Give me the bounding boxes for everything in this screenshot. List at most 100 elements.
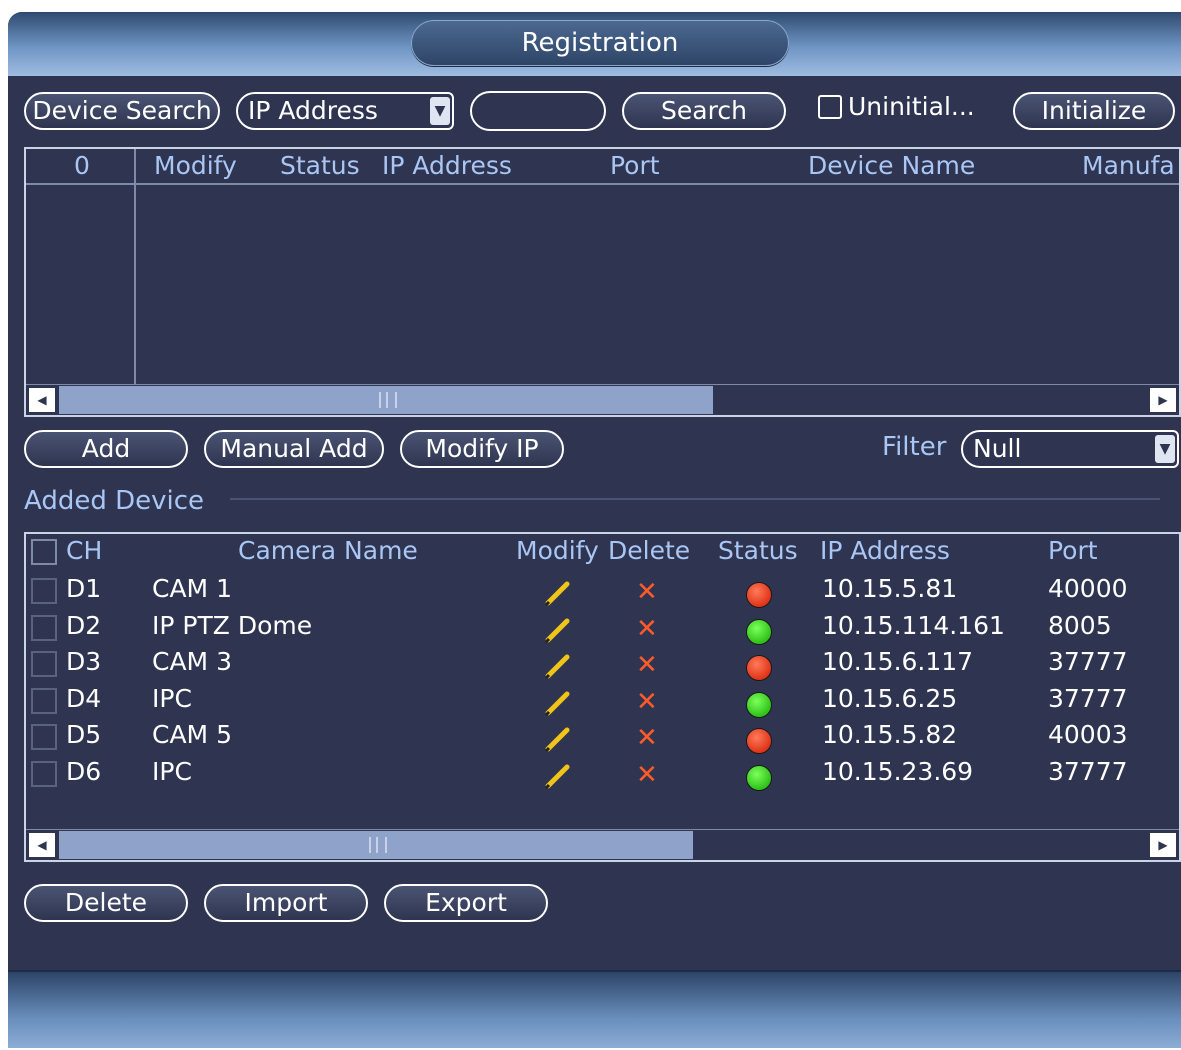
ip-address-cell: 10.15.23.69 bbox=[822, 756, 974, 786]
table-row[interactable]: D3 CAM 3 ✕ 10.15.6.117 37777 bbox=[26, 645, 1179, 681]
manual-add-button[interactable]: Manual Add bbox=[204, 430, 384, 468]
camera-name-cell: CAM 3 bbox=[152, 647, 232, 676]
camera-name-cell: CAM 5 bbox=[152, 720, 232, 749]
col-status: Status bbox=[718, 536, 798, 565]
delete-icon[interactable]: ✕ bbox=[636, 762, 658, 788]
delete-icon[interactable]: ✕ bbox=[636, 579, 658, 605]
add-button[interactable]: Add bbox=[24, 430, 188, 468]
added-device-title: Added Device bbox=[24, 486, 205, 516]
filter-select[interactable]: Null ▼ bbox=[961, 430, 1179, 468]
delete-button[interactable]: Delete bbox=[24, 884, 188, 922]
ip-address-cell: 10.15.5.82 bbox=[822, 720, 958, 749]
column-divider bbox=[134, 149, 136, 385]
added-device-table: CH Camera Name Modify Delete Status IP A… bbox=[24, 532, 1181, 862]
table-row[interactable]: D6 IPC ✕ 10.15.23.69 37777 bbox=[26, 755, 1179, 791]
status-online-icon bbox=[746, 691, 772, 718]
row-checkbox[interactable] bbox=[31, 724, 57, 750]
table-row[interactable]: D1 CAM 1 ✕ 10.15.5.81 40000 bbox=[26, 572, 1179, 608]
ip-address-cell: 10.15.114.161 bbox=[822, 610, 1005, 640]
pencil-icon[interactable] bbox=[542, 688, 572, 718]
chevron-down-icon[interactable]: ▼ bbox=[430, 97, 450, 125]
channel-cell: D1 bbox=[66, 574, 102, 603]
camera-name-cell: IP PTZ Dome bbox=[152, 610, 313, 640]
status-online-icon bbox=[746, 618, 772, 645]
col-ch: CH bbox=[66, 536, 103, 565]
channel-cell: D5 bbox=[66, 720, 102, 749]
search-results-header: 0 Modify Status IP Address Port Device N… bbox=[26, 149, 1179, 185]
pencil-icon[interactable] bbox=[542, 615, 572, 645]
scroll-right-icon[interactable]: ▶ bbox=[1150, 833, 1176, 857]
search-results-table: 0 Modify Status IP Address Port Device N… bbox=[24, 147, 1181, 417]
col-ip-address: IP Address bbox=[382, 151, 512, 180]
ip-filter-selected: IP Address bbox=[248, 96, 378, 125]
grip-icon bbox=[369, 837, 387, 853]
export-button[interactable]: Export bbox=[384, 884, 548, 922]
uninitialized-label: Uninitial... bbox=[848, 92, 975, 121]
row-checkbox[interactable] bbox=[31, 687, 57, 714]
pencil-icon[interactable] bbox=[542, 724, 572, 754]
status-offline-icon bbox=[746, 655, 772, 681]
port-cell: 37777 bbox=[1048, 683, 1128, 713]
delete-icon[interactable]: ✕ bbox=[636, 652, 658, 678]
ip-filter-select[interactable]: IP Address ▼ bbox=[236, 92, 454, 130]
delete-icon[interactable]: ✕ bbox=[636, 725, 658, 751]
row-checkbox[interactable] bbox=[31, 651, 57, 677]
channel-cell: D3 bbox=[66, 647, 102, 676]
ip-address-cell: 10.15.6.117 bbox=[822, 647, 974, 676]
status-offline-icon bbox=[746, 582, 772, 608]
pencil-icon[interactable] bbox=[542, 578, 572, 608]
port-cell: 37777 bbox=[1048, 647, 1128, 676]
filter-label: Filter bbox=[882, 432, 947, 462]
port-cell: 40003 bbox=[1048, 720, 1128, 749]
channel-cell: D2 bbox=[66, 610, 102, 640]
table-row[interactable]: D5 CAM 5 ✕ 10.15.5.82 40003 bbox=[26, 718, 1179, 754]
col-manufacturer: Manufa bbox=[1082, 151, 1175, 180]
ip-address-cell: 10.15.6.25 bbox=[822, 683, 958, 713]
device-search-button[interactable]: Device Search bbox=[24, 92, 220, 130]
delete-icon[interactable]: ✕ bbox=[636, 616, 658, 642]
col-status: Status bbox=[280, 151, 360, 180]
camera-name-cell: IPC bbox=[152, 756, 192, 786]
scroll-left-icon[interactable]: ◀ bbox=[29, 833, 55, 857]
section-divider bbox=[230, 498, 1160, 500]
table-row[interactable]: D4 IPC ✕ 10.15.6.25 37777 bbox=[26, 682, 1179, 718]
scroll-right-icon[interactable]: ▶ bbox=[1150, 388, 1176, 412]
search-results-scrollbar[interactable]: ◀ ▶ bbox=[26, 384, 1179, 415]
channel-cell: D4 bbox=[66, 683, 102, 713]
search-button[interactable]: Search bbox=[622, 92, 786, 130]
table-row[interactable]: D2 IP PTZ Dome ✕ 10.15.114.161 8005 bbox=[26, 609, 1179, 645]
footer-bar bbox=[8, 970, 1181, 1048]
import-button[interactable]: Import bbox=[204, 884, 368, 922]
camera-name-cell: IPC bbox=[152, 683, 192, 713]
port-cell: 40000 bbox=[1048, 574, 1128, 603]
channel-cell: D6 bbox=[66, 756, 102, 786]
grip-icon bbox=[379, 392, 397, 408]
scroll-left-icon[interactable]: ◀ bbox=[29, 388, 55, 412]
col-port: Port bbox=[610, 151, 660, 180]
added-device-header: CH Camera Name Modify Delete Status IP A… bbox=[26, 534, 1179, 568]
chevron-down-icon[interactable]: ▼ bbox=[1155, 435, 1175, 463]
port-cell: 8005 bbox=[1048, 610, 1112, 640]
status-offline-icon bbox=[746, 728, 772, 754]
uninitialized-checkbox[interactable] bbox=[818, 95, 842, 119]
row-checkbox[interactable] bbox=[31, 578, 57, 604]
row-checkbox[interactable] bbox=[31, 614, 57, 641]
col-ip-address: IP Address bbox=[820, 536, 950, 565]
search-input[interactable] bbox=[470, 91, 606, 131]
initialize-button[interactable]: Initialize bbox=[1013, 92, 1175, 130]
ip-address-cell: 10.15.5.81 bbox=[822, 574, 958, 603]
pencil-icon[interactable] bbox=[542, 761, 572, 791]
col-camera-name: Camera Name bbox=[238, 536, 418, 565]
scrollbar-thumb[interactable] bbox=[59, 386, 713, 414]
row-checkbox[interactable] bbox=[31, 760, 57, 787]
registration-window: Registration Device Search IP Address ▼ … bbox=[8, 12, 1181, 1048]
modify-ip-button[interactable]: Modify IP bbox=[400, 430, 564, 468]
select-all-checkbox[interactable] bbox=[31, 539, 57, 565]
delete-icon[interactable]: ✕ bbox=[636, 689, 658, 715]
added-device-scrollbar[interactable]: ◀ ▶ bbox=[26, 829, 1179, 860]
window-title: Registration bbox=[411, 20, 789, 66]
scrollbar-thumb[interactable] bbox=[59, 831, 693, 859]
pencil-icon[interactable] bbox=[542, 651, 572, 681]
port-cell: 37777 bbox=[1048, 756, 1128, 786]
filter-selected: Null bbox=[973, 434, 1022, 463]
